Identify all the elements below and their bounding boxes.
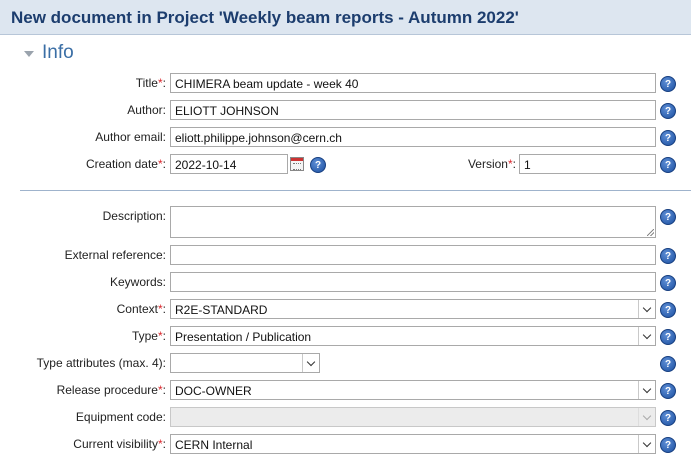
row-author-email: Author email: eliott.philippe.johnson@ce…	[0, 126, 691, 148]
question-mark-icon[interactable]: ?	[660, 329, 676, 345]
row-equipment-code: Equipment code: ?	[0, 406, 691, 428]
row-author: Author: ELIOTT JOHNSON ?	[0, 99, 691, 121]
external-reference-label: External reference:	[64, 248, 166, 262]
question-mark-icon[interactable]: ?	[310, 157, 326, 173]
row-type-attributes: Type attributes (max. 4): ?	[0, 352, 691, 374]
row-description: Description: ?	[0, 205, 691, 239]
type-attributes-label: Type attributes (max. 4):	[36, 356, 166, 370]
row-context: Context*: R2E-STANDARD ?	[0, 298, 691, 320]
author-input[interactable]: ELIOTT JOHNSON	[170, 100, 656, 120]
chevron-down-icon[interactable]	[638, 435, 655, 453]
resize-grip-icon[interactable]	[647, 229, 654, 236]
triangle-down-icon[interactable]	[24, 51, 34, 57]
question-mark-icon[interactable]: ?	[660, 356, 676, 372]
row-title: Title*: CHIMERA beam update - week 40 ?	[0, 72, 691, 94]
context-selected-value: R2E-STANDARD	[175, 303, 268, 317]
row-current-visibility: Current visibility*: CERN Internal ?	[0, 433, 691, 455]
row-external-reference: External reference: ?	[0, 244, 691, 266]
context-label: Context*:	[116, 302, 166, 316]
row-creation-date: Creation date*: 2022-10-14 ? Version*: 1…	[0, 153, 691, 175]
question-mark-icon[interactable]: ?	[660, 157, 676, 173]
section-divider	[20, 190, 691, 191]
equipment-code-select	[170, 407, 656, 427]
title-bar: New document in Project 'Weekly beam rep…	[0, 0, 691, 35]
release-procedure-label: Release procedure*:	[56, 383, 166, 397]
row-release-procedure: Release procedure*: DOC-OWNER ?	[0, 379, 691, 401]
keywords-input[interactable]	[170, 272, 656, 292]
chevron-down-icon[interactable]	[638, 327, 655, 345]
calendar-icon[interactable]	[290, 157, 304, 171]
title-label: Title*:	[135, 76, 166, 90]
chevron-down-icon[interactable]	[638, 381, 655, 399]
author-email-label: Author email:	[95, 130, 166, 144]
question-mark-icon[interactable]: ?	[660, 410, 676, 426]
creation-date-label: Creation date*:	[85, 157, 166, 171]
current-visibility-selected-value: CERN Internal	[175, 438, 253, 452]
current-visibility-label: Current visibility*:	[73, 437, 166, 451]
context-select[interactable]: R2E-STANDARD	[170, 299, 656, 319]
question-mark-icon[interactable]: ?	[660, 248, 676, 264]
version-input[interactable]: 1	[519, 154, 656, 174]
type-select[interactable]: Presentation / Publication	[170, 326, 656, 346]
page-title: New document in Project 'Weekly beam rep…	[11, 8, 519, 27]
equipment-code-label: Equipment code:	[75, 410, 166, 424]
question-mark-icon[interactable]: ?	[660, 103, 676, 119]
question-mark-icon[interactable]: ?	[660, 130, 676, 146]
chevron-down-icon[interactable]	[302, 354, 319, 372]
keywords-label: Keywords:	[109, 275, 166, 289]
title-input[interactable]: CHIMERA beam update - week 40	[170, 73, 656, 93]
type-attributes-select[interactable]	[170, 353, 320, 373]
row-type: Type*: Presentation / Publication ?	[0, 325, 691, 347]
creation-date-input[interactable]: 2022-10-14	[170, 154, 288, 174]
chevron-down-icon	[638, 408, 655, 426]
release-procedure-select[interactable]: DOC-OWNER	[170, 380, 656, 400]
chevron-down-icon[interactable]	[638, 300, 655, 318]
author-email-input[interactable]: eliott.philippe.johnson@cern.ch	[170, 127, 656, 147]
description-textarea[interactable]	[170, 206, 656, 238]
info-section-header[interactable]: Info	[24, 42, 74, 64]
question-mark-icon[interactable]: ?	[660, 209, 676, 225]
question-mark-icon[interactable]: ?	[660, 437, 676, 453]
type-selected-value: Presentation / Publication	[175, 330, 312, 344]
description-label: Description:	[102, 209, 166, 223]
type-label: Type*:	[131, 329, 166, 343]
external-reference-input[interactable]	[170, 245, 656, 265]
row-keywords: Keywords: ?	[0, 271, 691, 293]
question-mark-icon[interactable]: ?	[660, 275, 676, 291]
current-visibility-select[interactable]: CERN Internal	[170, 434, 656, 454]
author-label: Author:	[127, 103, 166, 117]
question-mark-icon[interactable]: ?	[660, 302, 676, 318]
question-mark-icon[interactable]: ?	[660, 383, 676, 399]
section-title: Info	[42, 42, 74, 63]
release-procedure-selected-value: DOC-OWNER	[175, 384, 252, 398]
question-mark-icon[interactable]: ?	[660, 76, 676, 92]
version-label: Version*:	[467, 157, 516, 171]
